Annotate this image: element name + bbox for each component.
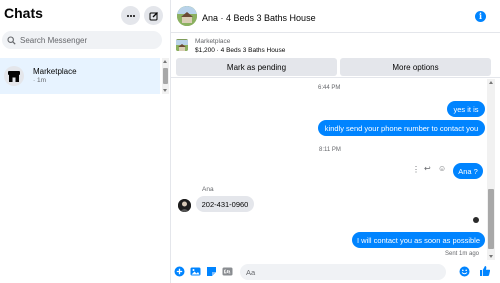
sent-status: Sent 1m ago [445, 251, 480, 257]
message-composer: Aa [171, 261, 500, 283]
house-thumbnail[interactable] [177, 6, 197, 26]
seen-avatar [473, 217, 479, 223]
scroll-down-arrow-icon[interactable] [163, 89, 167, 92]
message-bubble-outgoing[interactable]: I will contact you as soon as possible [352, 232, 485, 248]
compose-icon [149, 11, 158, 20]
sender-name: Ana [202, 186, 214, 193]
conversation-pane: Ana · 4 Beds 3 Baths House i Marketplace… [171, 0, 500, 283]
chat-list-pane: Chats Search Messenger Marketplace · 1m [0, 0, 171, 283]
avatar[interactable] [178, 199, 191, 212]
avatar [4, 66, 24, 86]
more-icon [126, 14, 135, 17]
conversation-scrollbar[interactable] [487, 79, 495, 260]
emoji-icon[interactable] [459, 266, 470, 277]
more-options-button[interactable]: More options [340, 58, 491, 76]
sticker-icon[interactable] [206, 266, 217, 277]
like-icon[interactable] [479, 265, 491, 277]
search-placeholder: Search Messenger [20, 35, 88, 45]
chats-title: Chats [4, 5, 43, 21]
house-image [177, 6, 197, 26]
conversation-header: Ana · 4 Beds 3 Baths House i [171, 0, 500, 33]
message-bubble-outgoing[interactable]: Ana ? [453, 163, 483, 179]
message-bubble-incoming[interactable]: 202-431-0960 [196, 196, 254, 212]
message-bubble-outgoing[interactable]: kindly send your phone number to contact… [318, 120, 485, 136]
photo-icon[interactable] [190, 266, 201, 277]
scroll-down-arrow-icon[interactable] [488, 255, 493, 258]
mark-as-pending-button[interactable]: Mark as pending [176, 58, 337, 76]
reply-icon[interactable]: ↩ [424, 164, 431, 173]
message-input[interactable]: Aa [240, 264, 446, 280]
gif-icon[interactable] [222, 266, 233, 277]
new-message-button[interactable] [144, 6, 163, 25]
conversation-time: · 1m [33, 77, 46, 84]
scroll-up-arrow-icon[interactable] [488, 81, 493, 84]
store-icon [8, 70, 20, 82]
listing-description[interactable]: $1,200 · 4 Beds 3 Baths House [195, 47, 285, 54]
conversation-item-marketplace[interactable]: Marketplace · 1m [0, 58, 160, 94]
timestamp: 8:11 PM [319, 147, 341, 153]
conversation-name: Marketplace [33, 67, 77, 76]
timestamp: 6:44 PM [318, 85, 341, 91]
profile-photo-image [178, 199, 191, 212]
message-bubble-outgoing[interactable]: yes it is [447, 101, 485, 117]
scrollbar-thumb[interactable] [488, 189, 494, 249]
chat-list-scrollbar[interactable] [162, 58, 169, 94]
listing-label: Marketplace [195, 38, 231, 45]
search-icon [7, 35, 16, 45]
plus-circle-icon[interactable] [174, 266, 185, 277]
message-more-icon[interactable]: ⋮ [412, 165, 420, 174]
react-icon[interactable]: ☺ [438, 164, 446, 173]
scrollbar-thumb[interactable] [163, 68, 168, 84]
house-image [176, 40, 188, 51]
listing-thumbnail[interactable] [176, 39, 188, 51]
message-thread: 6:44 PM yes it is kindly send your phone… [171, 79, 491, 260]
more-options-button[interactable] [121, 6, 140, 25]
search-input[interactable]: Search Messenger [2, 31, 162, 49]
marketplace-listing-banner: Marketplace $1,200 · 4 Beds 3 Baths Hous… [171, 34, 500, 78]
conversation-title[interactable]: Ana · 4 Beds 3 Baths House [202, 13, 316, 23]
scroll-up-arrow-icon[interactable] [163, 60, 167, 63]
info-icon[interactable]: i [475, 11, 486, 22]
